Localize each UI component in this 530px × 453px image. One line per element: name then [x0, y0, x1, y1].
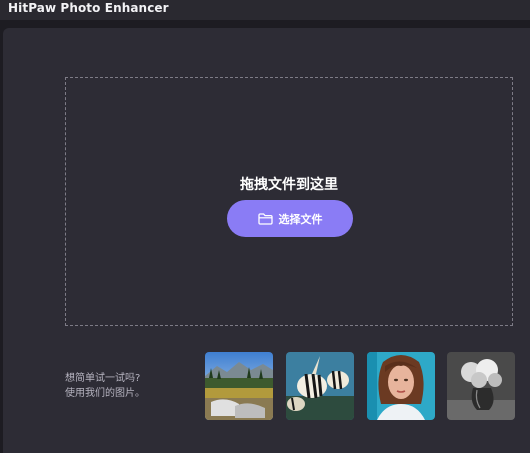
fish-image: [286, 352, 354, 420]
sample-prompt-line1: 想简单试一试吗?: [65, 373, 141, 384]
drop-zone[interactable]: 拖拽文件到这里 选择文件: [65, 77, 513, 326]
drop-zone-title: 拖拽文件到这里: [240, 177, 338, 193]
sample-image-portrait[interactable]: [367, 352, 435, 420]
sample-image-flowers[interactable]: [447, 352, 515, 420]
landscape-image: [205, 352, 273, 420]
choose-file-label: 选择文件: [278, 212, 323, 226]
sample-image-landscape[interactable]: [205, 352, 273, 420]
portrait-image: [367, 352, 435, 420]
title-bar: HitPaw Photo Enhancer: [0, 0, 530, 20]
sample-image-fish[interactable]: [286, 352, 354, 420]
folder-icon: [257, 212, 273, 225]
sample-prompt: 想简单试一试吗? 使用我们的图片。: [65, 371, 145, 401]
flowers-image: [447, 352, 515, 420]
sample-prompt-line2: 使用我们的图片。: [65, 388, 145, 399]
choose-file-button[interactable]: 选择文件: [227, 200, 353, 237]
app-title: HitPaw Photo Enhancer: [8, 1, 169, 15]
